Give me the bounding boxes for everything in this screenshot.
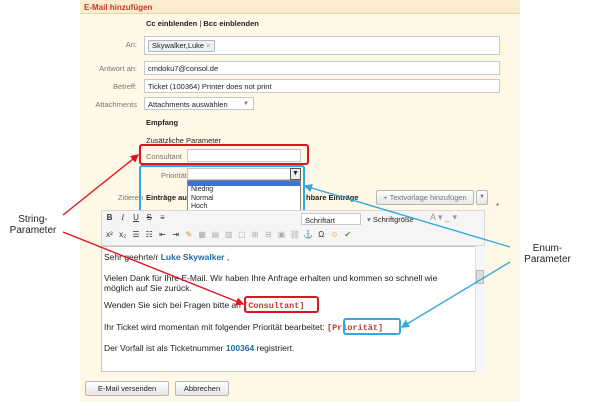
string-parameter-annotation: String- Parameter <box>9 214 57 236</box>
annotation-arrows <box>62 154 511 328</box>
arrow-to-consultant-placeholder <box>62 231 245 306</box>
arrow-to-priority-placeholder <box>400 261 511 328</box>
arrow-to-priority-field <box>303 183 511 248</box>
arrow-to-consultant-field <box>62 154 140 216</box>
enum-parameter-annotation: Enum- Parameter <box>524 243 571 265</box>
